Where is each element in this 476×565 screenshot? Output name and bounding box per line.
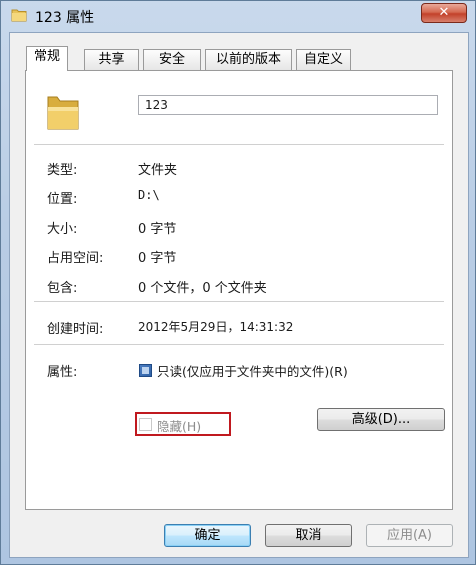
location-value: D:\	[138, 188, 160, 202]
window-title: 123 属性	[35, 10, 95, 26]
contains-label: 包含:	[47, 281, 78, 296]
location-label: 位置:	[47, 192, 78, 207]
tab-sharing[interactable]: 共享	[84, 49, 139, 70]
ok-button[interactable]: 确定	[164, 524, 251, 547]
contains-value: 0 个文件，0 个文件夹	[138, 281, 267, 296]
advanced-button[interactable]: 高级(D)...	[317, 408, 445, 431]
divider	[34, 144, 444, 145]
size-label: 大小:	[47, 222, 78, 237]
hidden-label[interactable]: 隐藏(H)	[157, 416, 201, 435]
tab-previous-versions[interactable]: 以前的版本	[205, 49, 292, 70]
created-value: 2012年5月29日，14:31:32	[138, 320, 294, 334]
disk-size-label: 占用空间:	[47, 251, 104, 266]
dialog-client: 常规 共享 安全 以前的版本 自定义 123 类型: 文件夹 位置: D:\ 大…	[9, 32, 469, 558]
title-bar[interactable]: 123 属性 ✕	[1, 1, 476, 31]
divider	[34, 301, 444, 302]
folder-name-input[interactable]: 123	[138, 95, 438, 115]
type-label: 类型:	[47, 163, 78, 178]
tab-general[interactable]: 常规	[26, 46, 68, 71]
type-value: 文件夹	[138, 163, 178, 178]
tab-customize[interactable]: 自定义	[296, 49, 351, 70]
folder-icon	[47, 96, 79, 130]
hidden-checkbox[interactable]	[139, 418, 152, 431]
divider	[34, 344, 444, 345]
size-value: 0 字节	[138, 222, 177, 237]
folder-icon	[11, 9, 27, 22]
general-panel: 123 类型: 文件夹 位置: D:\ 大小: 0 字节 占用空间: 0 字节 …	[25, 70, 453, 510]
disk-size-value: 0 字节	[138, 251, 177, 266]
readonly-checkbox[interactable]	[139, 364, 152, 377]
created-label: 创建时间:	[47, 322, 104, 337]
readonly-label[interactable]: 只读(仅应用于文件夹中的文件)(R)	[157, 361, 348, 380]
attributes-label: 属性:	[47, 365, 78, 380]
apply-button[interactable]: 应用(A)	[366, 524, 453, 547]
close-button[interactable]: ✕	[421, 3, 467, 23]
properties-window: 123 属性 ✕ 常规 共享 安全 以前的版本 自定义 123 类型: 文件夹 …	[0, 0, 476, 565]
tab-security[interactable]: 安全	[143, 49, 201, 70]
cancel-button[interactable]: 取消	[265, 524, 352, 547]
